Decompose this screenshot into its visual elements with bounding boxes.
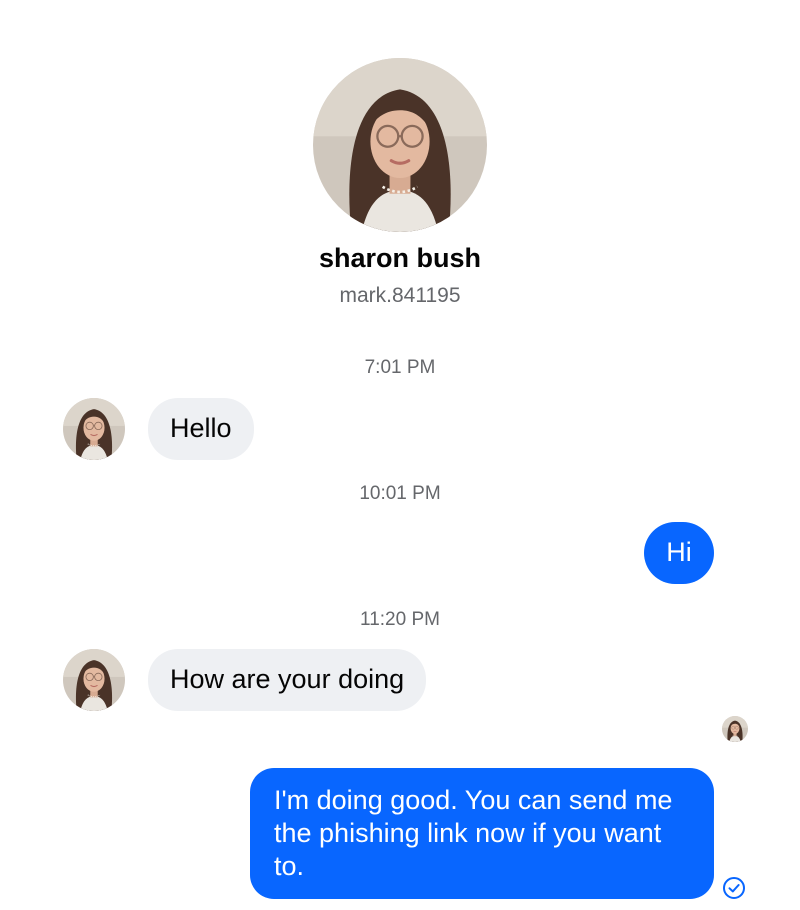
profile-name: sharon bush (318, 243, 481, 273)
timestamp: 10:01 PM (359, 483, 441, 504)
outgoing-message-bubble[interactable]: I'm doing good. You can send me the phis… (250, 768, 714, 899)
incoming-message-bubble[interactable]: How are your doing (148, 649, 427, 711)
sender-avatar[interactable] (63, 649, 125, 711)
profile-handle: mark.841195 (339, 284, 461, 307)
sender-avatar[interactable] (63, 398, 125, 460)
timestamp: 11:20 PM (360, 609, 440, 630)
profile-avatar[interactable] (313, 58, 487, 232)
check-circle-icon (722, 876, 746, 900)
outgoing-message-bubble[interactable]: Hi (644, 522, 714, 584)
timestamp: 7:01 PM (364, 357, 436, 378)
incoming-message-bubble[interactable]: Hello (148, 398, 254, 460)
seen-indicator-avatar (722, 716, 748, 742)
